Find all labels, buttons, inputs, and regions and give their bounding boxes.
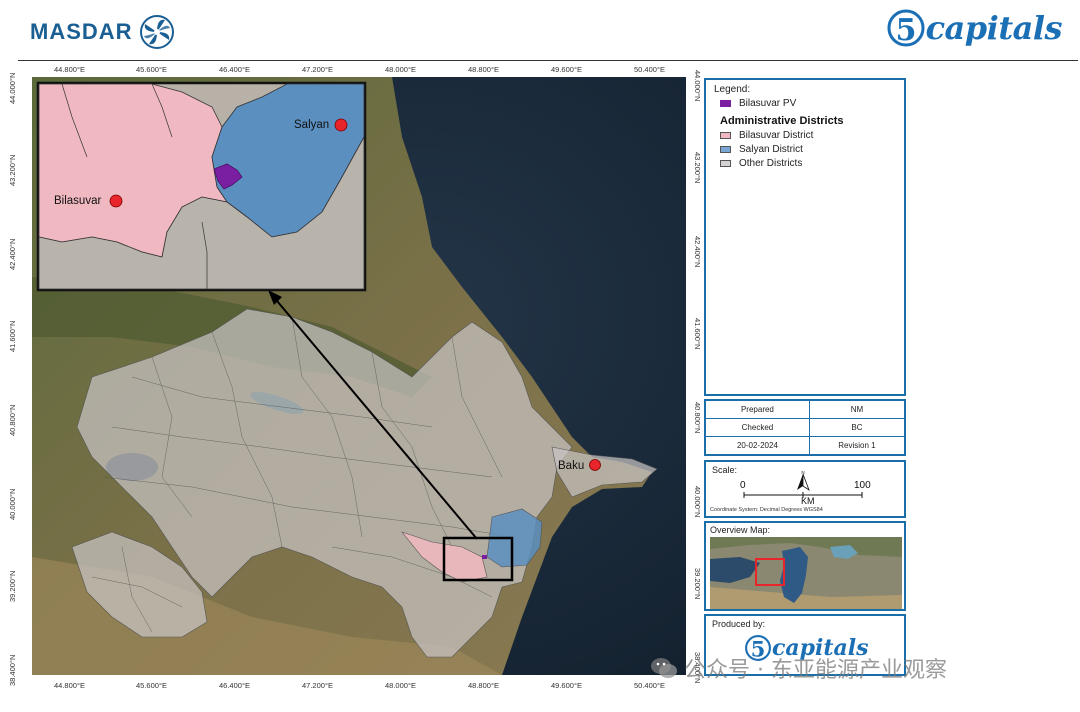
overview-map[interactable] — [710, 537, 902, 609]
salyan-marker[interactable] — [334, 118, 348, 132]
right-tick-0: 44.000°N — [693, 70, 702, 102]
left-tick-6: 39.200°N — [8, 570, 17, 602]
wechat-icon — [651, 658, 677, 678]
overview-title: Overview Map: — [710, 525, 771, 535]
legend-panel: Legend: Bilasuvar PV Administrative Dist… — [704, 78, 906, 396]
produced-title: Produced by: — [712, 619, 766, 629]
masdar-logo: MASDAR — [30, 14, 175, 50]
left-tick-7: 38.400°N — [8, 654, 17, 686]
other-label: Other Districts — [739, 158, 803, 169]
right-tick-5: 40.000°N — [693, 486, 702, 518]
salyan-label: Salyan District — [739, 144, 803, 155]
city-label-salyan: Salyan — [294, 119, 329, 131]
left-tick-0: 44.000°N — [8, 72, 17, 104]
main-map[interactable]: Salyan Bilasuvar Baku — [32, 77, 686, 675]
pv-label: Bilasuvar PV — [739, 98, 797, 109]
capitals-logo-text: capitals — [925, 9, 1063, 47]
right-tick-1: 43.200°N — [693, 152, 702, 184]
top-tick-0: 44.800°E — [54, 65, 85, 74]
bottom-tick-0: 44.800°E — [54, 681, 85, 690]
bottom-tick-3: 47.200°E — [302, 681, 333, 690]
top-tick-6: 49.600°E — [551, 65, 582, 74]
checked-value: BC — [808, 417, 906, 438]
top-tick-5: 48.800°E — [468, 65, 499, 74]
top-tick-2: 46.400°E — [219, 65, 250, 74]
title-block-table: Prepared NM Checked BC 20-02-2024 Revisi… — [704, 399, 906, 456]
bottom-tick-4: 48.000°E — [385, 681, 416, 690]
top-tick-7: 50.400°E — [634, 65, 665, 74]
city-label-bilasuvar: Bilasuvar — [54, 195, 101, 207]
right-tick-3: 41.600°N — [693, 318, 702, 350]
capitals-logo: 5 capitals — [886, 6, 1063, 50]
top-tick-1: 45.600°E — [136, 65, 167, 74]
left-tick-4: 40.800°N — [8, 404, 17, 436]
top-tick-4: 48.000°E — [385, 65, 416, 74]
scale-unit: KM — [801, 496, 815, 506]
left-tick-1: 43.200°N — [8, 154, 17, 186]
header-divider — [18, 60, 1078, 61]
baku-marker[interactable] — [589, 459, 601, 471]
pv-swatch — [720, 100, 731, 107]
date-value: 20-02-2024 — [704, 436, 810, 456]
legend-item-other: Other Districts — [714, 158, 896, 169]
masdar-swirl-icon — [139, 15, 174, 49]
north-label: N — [801, 470, 804, 475]
right-tick-4: 40.800°N — [693, 402, 702, 434]
left-tick-2: 42.400°N — [8, 238, 17, 270]
left-tick-3: 41.600°N — [8, 320, 17, 352]
overview-panel: Overview Map: — [704, 521, 906, 611]
legend-item-salyan: Salyan District — [714, 144, 896, 155]
prepared-value: NM — [808, 399, 906, 419]
left-tick-5: 40.000°N — [8, 488, 17, 520]
top-tick-3: 47.200°E — [302, 65, 333, 74]
capitals-digit: 5 — [895, 13, 916, 48]
right-tick-2: 42.400°N — [693, 236, 702, 268]
legend-title: Legend: — [714, 84, 751, 95]
bilasuvar-marker[interactable] — [109, 194, 123, 208]
legend-item-bilasuvar: Bilasuvar District — [714, 130, 896, 141]
revision-value: Revision 1 — [808, 436, 906, 456]
coordinate-system-note: Coordinate System: Decimal Degrees WGS84 — [710, 507, 823, 513]
watermark-text: 公众号 · 东亚能源产业观察 — [684, 658, 947, 683]
bilasuvar-swatch — [720, 132, 731, 139]
bottom-tick-1: 45.600°E — [136, 681, 167, 690]
inset-map[interactable] — [36, 81, 367, 292]
bottom-tick-5: 48.800°E — [468, 681, 499, 690]
salyan-swatch — [720, 146, 731, 153]
north-arrow-icon: N — [797, 470, 810, 492]
masdar-logo-text: MASDAR — [30, 19, 133, 44]
city-label-baku: Baku — [558, 460, 584, 472]
watermark: 公众号 · 东亚能源产业观察 — [650, 652, 947, 684]
legend-item-pv: Bilasuvar PV — [714, 98, 896, 109]
checked-label: Checked — [704, 417, 810, 438]
districts-heading: Administrative Districts — [720, 115, 844, 127]
other-swatch — [720, 160, 731, 167]
capitals-five-icon: 5 — [887, 9, 925, 48]
bottom-tick-6: 49.600°E — [551, 681, 582, 690]
bilasuvar-label: Bilasuvar District — [739, 130, 814, 141]
prepared-label: Prepared — [704, 399, 810, 419]
map-sheet: MASDAR 5 capitals 44.800°E 45.600°E 46.400… — [0, 0, 1080, 712]
right-tick-6: 39.200°N — [693, 568, 702, 600]
bilasuvar-pv-main[interactable] — [482, 555, 487, 559]
bottom-tick-2: 46.400°E — [219, 681, 250, 690]
scale-panel: Scale: 0 100 N KM Coordinate System: Dec… — [704, 460, 906, 518]
